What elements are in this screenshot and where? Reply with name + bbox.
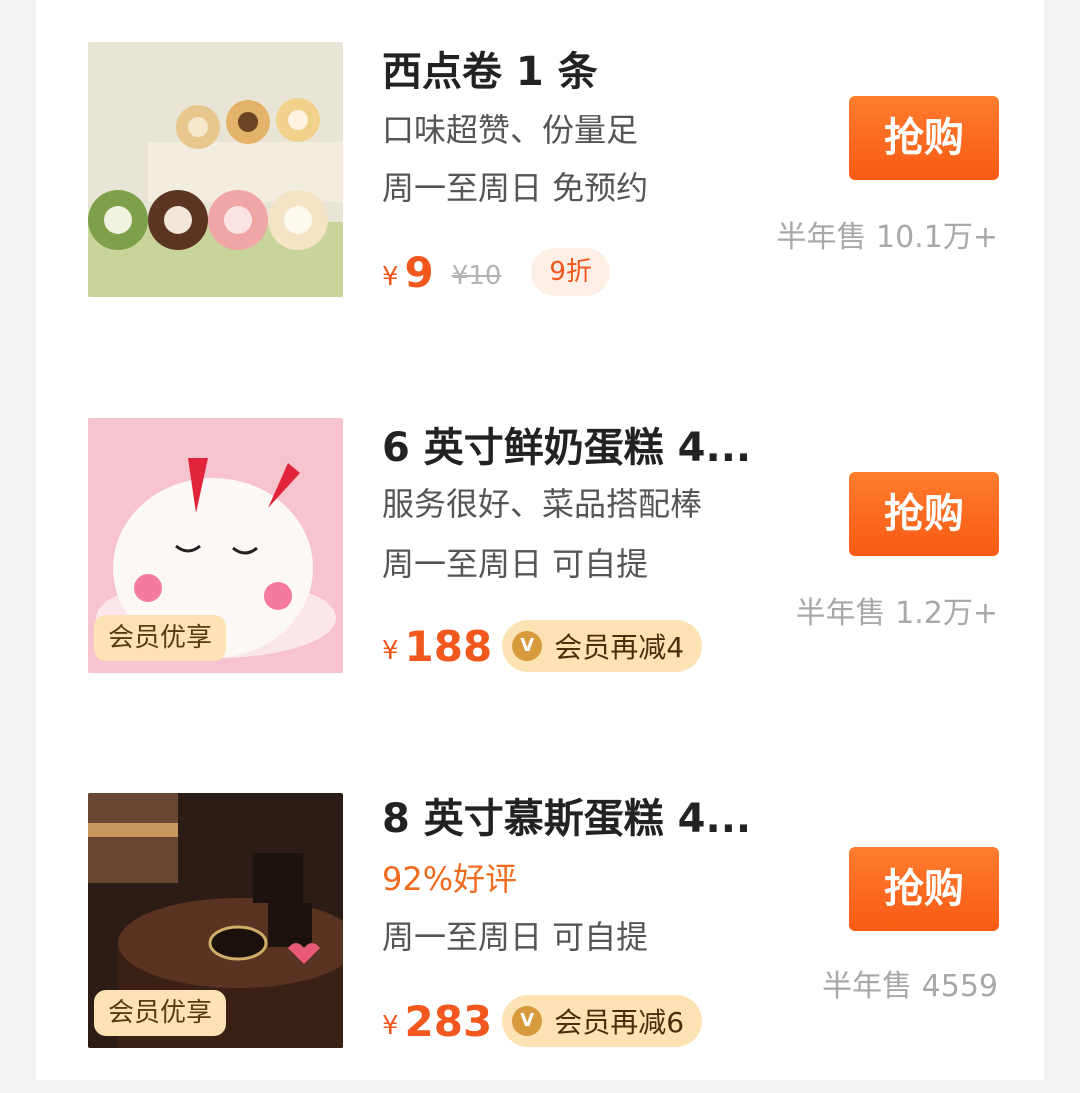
price-row: ¥ 283 V 会员再减6 bbox=[382, 993, 703, 1049]
sales-count: 半年售 10.1万+ bbox=[776, 220, 998, 255]
discount-badge: 9折 bbox=[531, 248, 610, 296]
v-badge-icon: V bbox=[512, 631, 543, 661]
deal-list: 西点卷 1 条 口味超赞、份量足 周一至周日 免预约 ¥ 9 ¥10 9折 抢购… bbox=[36, 0, 1044, 1080]
product-image-mousse-cake[interactable]: 会员优享 bbox=[88, 793, 343, 1048]
product-image-swiss-roll[interactable] bbox=[88, 42, 343, 297]
product-availability: 周一至周日 可自提 bbox=[382, 545, 649, 583]
list-item[interactable]: 西点卷 1 条 口味超赞、份量足 周一至周日 免预约 ¥ 9 ¥10 9折 抢购… bbox=[36, 42, 1044, 342]
sales-count: 半年售 1.2万+ bbox=[795, 596, 998, 631]
list-item[interactable]: 会员优享 6 英寸鲜奶蛋糕 4... 服务很好、菜品搭配棒 周一至周日 可自提 … bbox=[36, 418, 1044, 718]
product-title: 8 英寸慕斯蛋糕 4... bbox=[382, 796, 752, 842]
sales-count: 半年售 4559 bbox=[822, 969, 998, 1004]
price-row: ¥ 188 V 会员再减4 bbox=[382, 618, 703, 674]
buy-button[interactable]: 抢购 bbox=[849, 472, 999, 556]
product-title: 6 英寸鲜奶蛋糕 4... bbox=[382, 425, 752, 471]
member-badge: 会员优享 bbox=[94, 990, 227, 1036]
vip-offer-text: 会员再减4 bbox=[554, 631, 685, 664]
member-badge: 会员优享 bbox=[94, 615, 227, 661]
product-image-bunny-cake[interactable]: 会员优享 bbox=[88, 418, 343, 673]
original-price: ¥10 bbox=[451, 261, 502, 291]
current-price: 9 bbox=[404, 247, 434, 297]
currency-symbol: ¥ bbox=[382, 636, 399, 666]
product-title: 西点卷 1 条 bbox=[382, 49, 598, 95]
product-availability: 周一至周日 可自提 bbox=[382, 918, 649, 956]
vip-offer-text: 会员再减6 bbox=[554, 1006, 685, 1039]
currency-symbol: ¥ bbox=[382, 1011, 399, 1041]
product-tagline: 口味超赞、份量足 bbox=[382, 111, 639, 149]
current-price: 283 bbox=[404, 996, 493, 1046]
product-rating: 92%好评 bbox=[382, 860, 518, 898]
current-price: 188 bbox=[404, 621, 493, 671]
product-availability: 周一至周日 免预约 bbox=[382, 169, 649, 207]
price-row: ¥ 9 ¥10 9折 bbox=[382, 244, 610, 300]
vip-offer-badge: V 会员再减6 bbox=[502, 995, 703, 1047]
list-item[interactable]: 会员优享 8 英寸慕斯蛋糕 4... 92%好评 周一至周日 可自提 ¥ 283… bbox=[36, 793, 1044, 1093]
swiss-roll-image bbox=[88, 42, 343, 297]
buy-button[interactable]: 抢购 bbox=[849, 96, 999, 180]
v-badge-icon: V bbox=[512, 1006, 543, 1036]
product-tagline: 服务很好、菜品搭配棒 bbox=[382, 485, 703, 523]
currency-symbol: ¥ bbox=[382, 262, 399, 292]
vip-offer-badge: V 会员再减4 bbox=[502, 620, 703, 672]
buy-button[interactable]: 抢购 bbox=[849, 847, 999, 931]
